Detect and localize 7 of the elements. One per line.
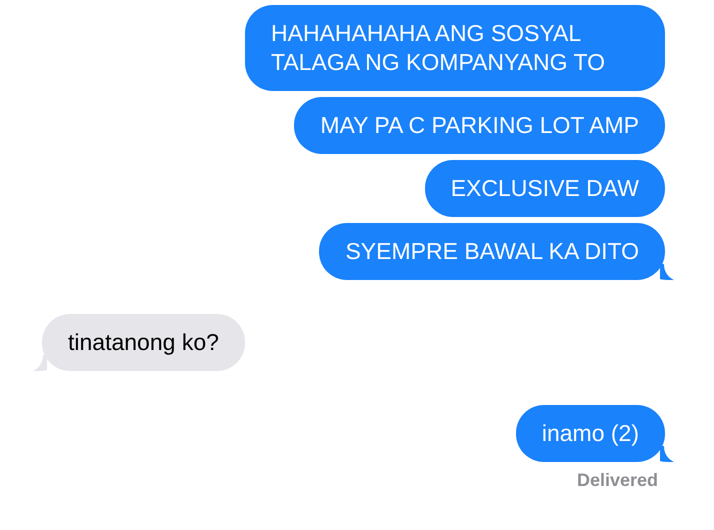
delivery-status: Delivered bbox=[576, 470, 658, 491]
message-bubble: MAY PA C PARKING LOT AMP bbox=[294, 97, 665, 154]
message-bubble: tinatanong ko? bbox=[42, 314, 245, 371]
message-bubble: EXCLUSIVE DAW bbox=[424, 160, 665, 217]
message-bubble: HAHAHAHAHA ANG SOSYAL TALAGA NG KOMPANYANG TO bbox=[245, 5, 665, 91]
message-bubble: SYEMPRE BAWAL KA DITO bbox=[319, 223, 665, 280]
message-bubble: inamo (2) bbox=[516, 405, 665, 462]
